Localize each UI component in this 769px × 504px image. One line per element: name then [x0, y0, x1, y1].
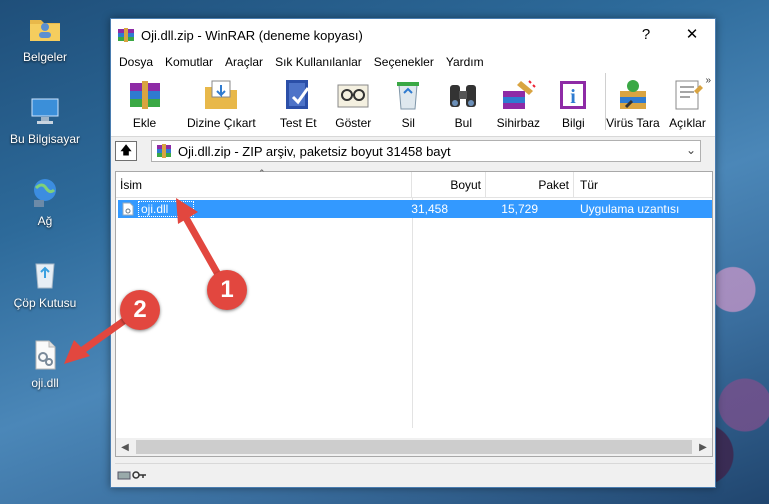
chevron-down-icon[interactable]: ⌄: [686, 143, 696, 157]
archive-add-icon: [129, 81, 160, 109]
virus-scan-icon: [619, 80, 646, 109]
table-row[interactable]: oji.dll 31,458 15,729 Uygulama uzantısı: [118, 200, 712, 218]
extract-to-button[interactable]: Dizine Çıkart: [172, 73, 271, 130]
info-icon: i: [560, 81, 587, 109]
winrar-window: Oji.dll.zip - WinRAR (deneme kopyası) ? …: [110, 18, 716, 488]
wizard-button[interactable]: Sihirbaz: [491, 73, 546, 130]
recycle-bin-icon: [35, 263, 55, 289]
binoculars-icon: [450, 85, 477, 107]
column-header-type[interactable]: Tür: [574, 172, 712, 198]
scroll-left-icon[interactable]: ◀: [116, 442, 134, 453]
winrar-app-icon: [118, 28, 134, 42]
status-bar: [115, 463, 713, 485]
help-button[interactable]: ?: [623, 19, 669, 49]
delete-button[interactable]: Sil: [381, 73, 436, 130]
view-button[interactable]: Göster: [326, 73, 381, 130]
path-bar: 🡅 Oji.dll.zip - ZIP arşiv, paketsiz boyu…: [111, 137, 715, 165]
up-one-level-button[interactable]: 🡅: [115, 141, 137, 161]
virus-scan-button[interactable]: Virüs Tara: [604, 73, 660, 130]
tool-label: Bilgi: [562, 116, 585, 130]
network-globe-icon: [34, 179, 56, 207]
computer-icon: [31, 98, 59, 124]
dll-file-icon: [122, 202, 134, 216]
desktop-icon-this-pc[interactable]: Bu Bilgisayar: [6, 94, 84, 146]
column-divider: [412, 198, 413, 428]
desktop-icon-documents[interactable]: Belgeler: [6, 12, 84, 64]
scrollbar-thumb[interactable]: [136, 440, 692, 454]
menu-item-favorites[interactable]: Sık Kullanılanlar: [269, 55, 368, 69]
menu-item-tools[interactable]: Araçlar: [219, 55, 269, 69]
file-size: 31,458: [411, 202, 448, 216]
folder-extract-icon: [205, 80, 238, 109]
file-type: Uygulama uzantısı: [580, 202, 680, 216]
tool-label: Test Et: [279, 116, 317, 130]
recycle-delete-icon: [397, 82, 420, 110]
wizard-icon: [503, 80, 537, 109]
desktop-icon-label: Bu Bilgisayar: [9, 132, 81, 146]
file-name: oji.dll: [138, 201, 194, 217]
info-button[interactable]: i Bilgi: [546, 73, 601, 130]
close-button[interactable]: ✕: [669, 19, 715, 49]
step-badge-2: 2: [120, 290, 160, 330]
book-check-icon: [286, 80, 310, 109]
toolbar: Ekle Dizine Çıkart Test Et Göster Sil Bu…: [111, 73, 715, 137]
tool-label: Sil: [401, 116, 415, 130]
tool-label: Göster: [335, 116, 372, 130]
archive-icon: [157, 144, 171, 158]
find-button[interactable]: Bul: [436, 73, 491, 130]
window-title: Oji.dll.zip - WinRAR (deneme kopyası): [141, 27, 363, 43]
horizontal-scrollbar[interactable]: ◀ ▶: [116, 438, 712, 456]
archive-path-text: Oji.dll.zip - ZIP arşiv, paketsiz boyut …: [178, 143, 451, 159]
column-header-packed[interactable]: Paket: [486, 172, 574, 198]
column-header-row: ⌃ İsim Boyut Paket Tür: [116, 168, 712, 198]
folder-user-icon: [30, 20, 60, 41]
desktop-icon-label: Belgeler: [22, 50, 68, 64]
tool-label: Bul: [454, 116, 472, 130]
dll-file-icon: [35, 340, 56, 370]
tool-label: Açıklar: [669, 116, 706, 130]
tool-label: Virüs Tara: [606, 116, 660, 130]
menu-item-commands[interactable]: Komutlar: [159, 55, 219, 69]
desktop-icon-oji-dll[interactable]: oji.dll: [6, 338, 84, 390]
comment-pen-icon: [675, 80, 704, 110]
column-header-size[interactable]: Boyut: [412, 172, 486, 198]
desktop-icon-label: oji.dll: [31, 376, 59, 390]
toolbar-overflow-chevron[interactable]: »: [705, 75, 711, 86]
menu-bar: Dosya Komutlar Araçlar Sık Kullanılanlar…: [111, 51, 715, 73]
tool-label: Dizine Çıkart: [187, 116, 256, 130]
desktop-icon-label: Ağ: [37, 214, 53, 228]
drive-key-icon: [117, 470, 146, 479]
tool-label: Sihirbaz: [496, 116, 541, 130]
tool-label: Ekle: [132, 116, 157, 130]
test-button[interactable]: Test Et: [271, 73, 326, 130]
menu-item-file[interactable]: Dosya: [113, 55, 159, 69]
file-packed-size: 15,729: [501, 202, 538, 216]
glasses-book-icon: [337, 84, 369, 108]
scroll-right-icon[interactable]: ▶: [694, 442, 712, 453]
desktop-icon-network[interactable]: Ağ: [6, 176, 84, 228]
menu-item-options[interactable]: Seçenekler: [368, 55, 440, 69]
desktop-icon-label: Çöp Kutusu: [13, 296, 77, 310]
svg-text:i: i: [571, 86, 577, 108]
desktop-icon-recycle-bin[interactable]: Çöp Kutusu: [6, 258, 84, 310]
sort-ascending-icon: ⌃: [258, 168, 266, 178]
archive-path-dropdown[interactable]: Oji.dll.zip - ZIP arşiv, paketsiz boyut …: [151, 140, 701, 162]
menu-item-help[interactable]: Yardım: [440, 55, 490, 69]
add-button[interactable]: Ekle: [117, 73, 172, 130]
file-list[interactable]: ⌃ İsim Boyut Paket Tür oji.dll 31,458 15…: [115, 168, 713, 457]
step-badge-1: 1: [207, 270, 247, 310]
title-bar[interactable]: Oji.dll.zip - WinRAR (deneme kopyası) ? …: [111, 19, 715, 51]
